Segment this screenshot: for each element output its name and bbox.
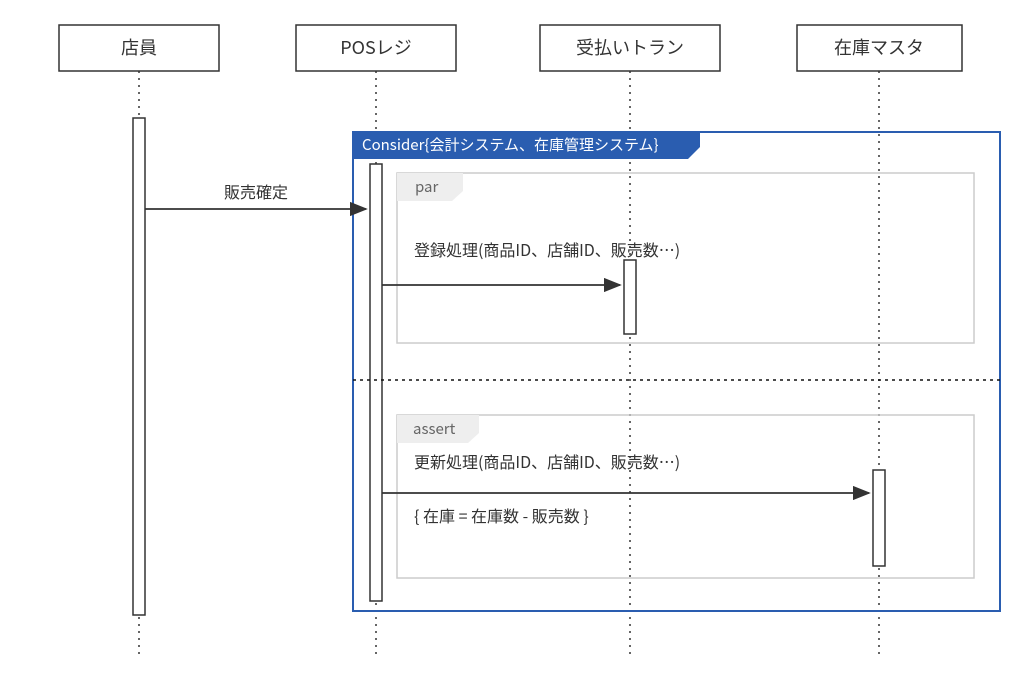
msg-update: 更新処理(商品ID、店舗ID、販売数…) { 在庫 = 在庫数 - 販売数 } <box>382 449 869 527</box>
participant-pos: POSレジ <box>296 25 456 71</box>
fragment-assert: assert <box>397 415 974 578</box>
svg-text:販売確定: 販売確定 <box>224 179 288 203</box>
participant-staff-label: 店員 <box>121 34 157 60</box>
msg-update-guard: { 在庫 = 在庫数 - 販売数 } <box>414 503 589 527</box>
activation-stock <box>873 470 885 566</box>
activation-staff <box>133 118 145 615</box>
participant-staff: 店員 <box>59 25 219 71</box>
fragment-assert-label: assert <box>413 418 456 439</box>
participant-trans: 受払いトラン <box>540 25 720 71</box>
participant-stock-label: 在庫マスタ <box>834 34 924 60</box>
msg-sale-confirmed: 販売確定 <box>145 179 366 209</box>
activation-trans <box>624 260 636 334</box>
svg-text:更新処理(商品ID、店舗ID、販売数…): 更新処理(商品ID、店舗ID、販売数…) <box>414 449 680 473</box>
consider-frame: Consider{会計システム、在庫管理システム} <box>353 132 1000 611</box>
participant-trans-label: 受払いトラン <box>576 34 684 60</box>
participant-stock: 在庫マスタ <box>797 25 962 71</box>
fragment-par-label: par <box>415 176 439 197</box>
sequence-diagram: 店員 POSレジ 受払いトラン 在庫マスタ Consider{会計システム、在庫… <box>0 0 1024 675</box>
svg-text:登録処理(商品ID、店舗ID、販売数…): 登録処理(商品ID、店舗ID、販売数…) <box>414 237 680 261</box>
activation-pos <box>370 164 382 601</box>
participant-pos-label: POSレジ <box>340 34 411 60</box>
consider-label-text: Consider{会計システム、在庫管理システム} <box>362 134 659 155</box>
